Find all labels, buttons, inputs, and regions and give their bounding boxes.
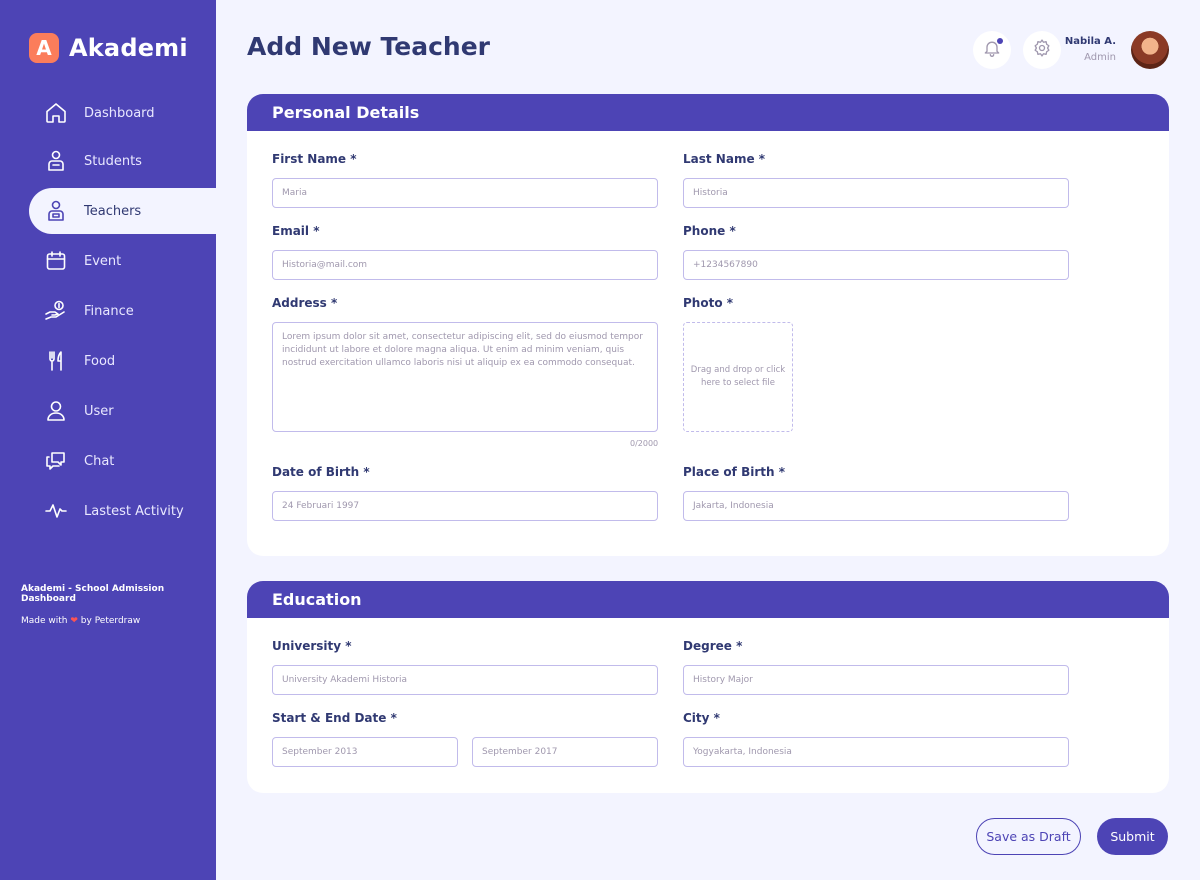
photo-label: Photo * xyxy=(683,296,734,310)
email-label: Email * xyxy=(272,224,320,238)
settings-button[interactable] xyxy=(1023,31,1061,69)
footer-made-suffix: by Peterdraw xyxy=(80,616,141,626)
address-textarea[interactable]: Lorem ipsum dolor sit amet, consectetur … xyxy=(272,322,658,432)
sidebar-item-label: Chat xyxy=(84,453,115,469)
user-icon xyxy=(44,399,68,423)
submit-button[interactable]: Submit xyxy=(1097,818,1168,855)
sidebar-item-label: Food xyxy=(84,353,116,369)
heart-icon: ❤ xyxy=(70,616,78,626)
sidebar-item-dashboard[interactable]: Dashboard xyxy=(29,90,216,136)
start-date-field[interactable]: September 2013 xyxy=(272,737,458,767)
footer-title: Akademi - School Admission Dashboard xyxy=(21,584,165,604)
sidebar-item-finance[interactable]: Finance xyxy=(29,288,216,334)
save-draft-button[interactable]: Save as Draft xyxy=(976,818,1081,855)
personal-details-title: Personal Details xyxy=(247,94,1169,131)
last-name-field[interactable]: Historia xyxy=(683,178,1069,208)
footer-made-prefix: Made with xyxy=(21,616,68,626)
education-title: Education xyxy=(247,581,1169,618)
photo-dropzone[interactable]: Drag and drop or click here to select fi… xyxy=(683,322,793,432)
end-date-field[interactable]: September 2017 xyxy=(472,737,658,767)
phone-label: Phone * xyxy=(683,224,736,238)
sidebar-item-event[interactable]: Event xyxy=(29,238,216,284)
notification-button[interactable] xyxy=(973,31,1011,69)
sidebar-item-label: Teachers xyxy=(84,203,142,219)
address-char-counter: 0/2000 xyxy=(630,439,659,448)
degree-label: Degree * xyxy=(683,639,743,653)
notification-dot xyxy=(997,38,1003,44)
user-role: Admin xyxy=(1084,52,1116,63)
start-end-date-label: Start & End Date * xyxy=(272,711,397,725)
finance-icon xyxy=(44,299,68,323)
user-name: Nabila A. xyxy=(1064,36,1116,47)
app-logo[interactable]: A Akademi xyxy=(29,33,188,63)
avatar[interactable] xyxy=(1131,31,1169,69)
education-card: Education University * University Akadem… xyxy=(247,581,1169,793)
sidebar-item-label: Dashboard xyxy=(84,105,155,121)
sidebar-item-teachers[interactable]: Teachers xyxy=(29,188,216,234)
email-field[interactable]: Historia@mail.com xyxy=(272,250,658,280)
university-field[interactable]: University Akademi Historia xyxy=(272,665,658,695)
sidebar-item-label: Lastest Activity xyxy=(84,503,184,519)
page-title: Add New Teacher xyxy=(247,32,490,61)
activity-icon xyxy=(44,499,68,523)
city-field[interactable]: Yogyakarta, Indonesia xyxy=(683,737,1069,767)
personal-details-card: Personal Details First Name * Maria Last… xyxy=(247,94,1169,556)
phone-field[interactable]: +1234567890 xyxy=(683,250,1069,280)
first-name-label: First Name * xyxy=(272,152,357,166)
sidebar-item-label: User xyxy=(84,403,114,419)
place-of-birth-field[interactable]: Jakarta, Indonesia xyxy=(683,491,1069,521)
sidebar-item-students[interactable]: Students xyxy=(29,138,216,184)
sidebar-footer: Akademi - School Admission Dashboard Mad… xyxy=(21,584,216,626)
chat-icon xyxy=(44,449,68,473)
calendar-icon xyxy=(44,249,68,273)
sidebar: A Akademi Dashboard Students Teachers Ev… xyxy=(0,0,216,880)
app-name: Akademi xyxy=(69,34,188,62)
sidebar-item-food[interactable]: Food xyxy=(29,338,216,384)
last-name-label: Last Name * xyxy=(683,152,766,166)
sidebar-item-user[interactable]: User xyxy=(29,388,216,434)
student-icon xyxy=(44,149,68,173)
home-icon xyxy=(44,101,68,125)
university-label: University * xyxy=(272,639,352,653)
footer-credit: Made with ❤ by Peterdraw xyxy=(21,616,216,626)
food-icon xyxy=(44,349,68,373)
first-name-field[interactable]: Maria xyxy=(272,178,658,208)
date-of-birth-field[interactable]: 24 Februari 1997 xyxy=(272,491,658,521)
logo-badge: A xyxy=(29,33,59,63)
sidebar-item-chat[interactable]: Chat xyxy=(29,438,216,484)
teacher-icon xyxy=(44,199,68,223)
date-of-birth-label: Date of Birth * xyxy=(272,465,370,479)
sidebar-item-label: Students xyxy=(84,153,142,169)
sidebar-item-label: Finance xyxy=(84,303,134,319)
city-label: City * xyxy=(683,711,720,725)
place-of-birth-label: Place of Birth * xyxy=(683,465,785,479)
sidebar-item-label: Event xyxy=(84,253,122,269)
degree-field[interactable]: History Major xyxy=(683,665,1069,695)
sidebar-item-latest-activity[interactable]: Lastest Activity xyxy=(29,488,216,534)
address-label: Address * xyxy=(272,296,338,310)
gear-icon xyxy=(1032,38,1052,62)
